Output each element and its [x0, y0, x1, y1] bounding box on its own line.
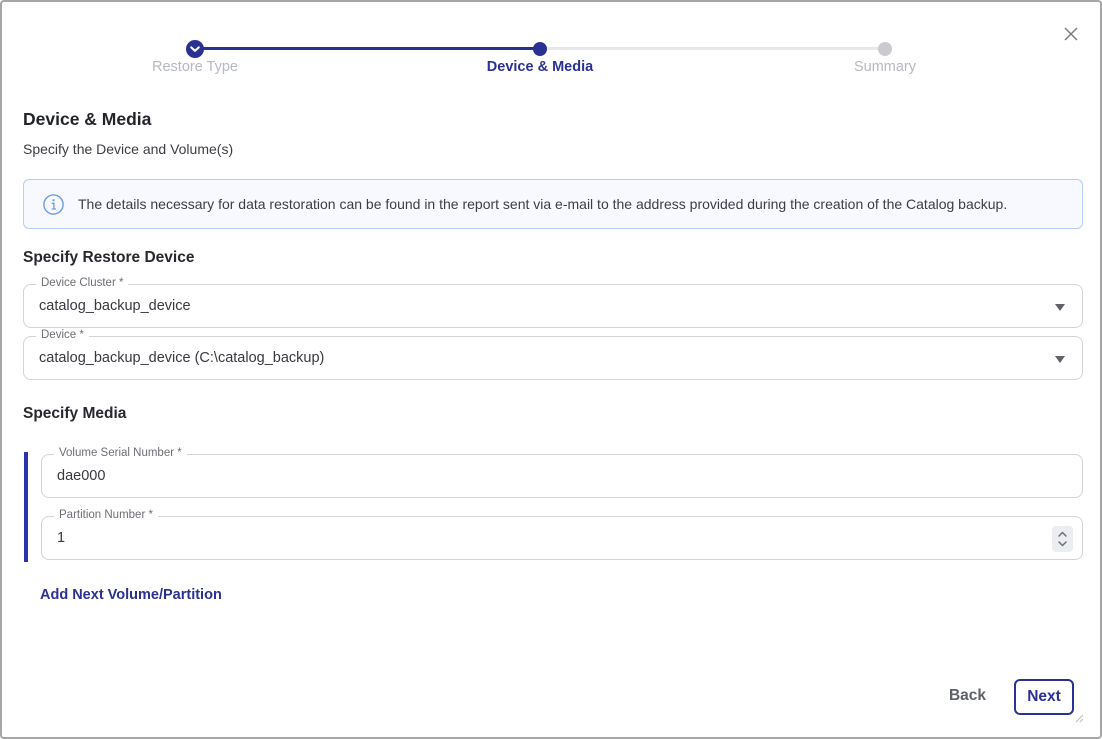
chevron-down-icon[interactable] [1055, 356, 1065, 363]
resize-grip-icon[interactable] [1075, 710, 1084, 728]
step-label-summary[interactable]: Summary [854, 59, 916, 75]
step-restore-type-indicator[interactable] [186, 40, 204, 58]
device-cluster-select[interactable]: Device Cluster * catalog_backup_device [23, 284, 1083, 328]
step-device-media-indicator[interactable] [533, 42, 547, 56]
next-button[interactable]: Next [1014, 679, 1074, 715]
info-icon [43, 194, 64, 215]
chevron-down-icon [1057, 540, 1068, 548]
device-cluster-value: catalog_backup_device [24, 285, 1082, 327]
partition-number-input[interactable] [42, 517, 1082, 559]
add-next-volume-partition-link[interactable]: Add Next Volume/Partition [40, 587, 222, 603]
page-subtitle: Specify the Device and Volume(s) [23, 141, 233, 157]
number-stepper[interactable] [1052, 526, 1073, 552]
check-circle-icon [186, 40, 204, 58]
volume-serial-input[interactable] [42, 455, 1082, 497]
partition-number-label: Partition Number * [54, 509, 158, 521]
chevron-up-icon [1057, 530, 1068, 538]
step-label-device-media[interactable]: Device & Media [487, 59, 593, 75]
back-button[interactable]: Back [949, 687, 986, 705]
step-summary-indicator[interactable] [878, 42, 892, 56]
stepper-connector-completed [195, 47, 540, 50]
partition-number-field: Partition Number * [41, 516, 1083, 560]
device-cluster-label: Device Cluster * [36, 277, 128, 289]
restore-device-section-title: Specify Restore Device [23, 249, 194, 267]
upcoming-step-dot-icon [878, 42, 892, 56]
info-banner: The details necessary for data restorati… [23, 179, 1083, 229]
step-label-restore-type[interactable]: Restore Type [152, 59, 238, 75]
media-section-title: Specify Media [23, 405, 126, 423]
info-banner-text: The details necessary for data restorati… [78, 196, 1007, 212]
wizard-stepper: Restore Type Device & Media Summary [2, 2, 1102, 82]
device-label: Device * [36, 329, 89, 341]
device-select[interactable]: Device * catalog_backup_device (C:\catal… [23, 336, 1083, 380]
chevron-down-icon[interactable] [1055, 304, 1065, 311]
device-value: catalog_backup_device (C:\catalog_backup… [24, 337, 1082, 379]
page-title: Device & Media [23, 109, 151, 130]
volume-serial-field: Volume Serial Number * [41, 454, 1083, 498]
active-step-dot-icon [533, 42, 547, 56]
media-group-accent-bar [24, 452, 28, 562]
stepper-connector-upcoming [540, 47, 885, 50]
volume-serial-label: Volume Serial Number * [54, 447, 187, 459]
restore-wizard-dialog: { "stepper": { "steps": [ { "label": "Re… [0, 0, 1102, 739]
